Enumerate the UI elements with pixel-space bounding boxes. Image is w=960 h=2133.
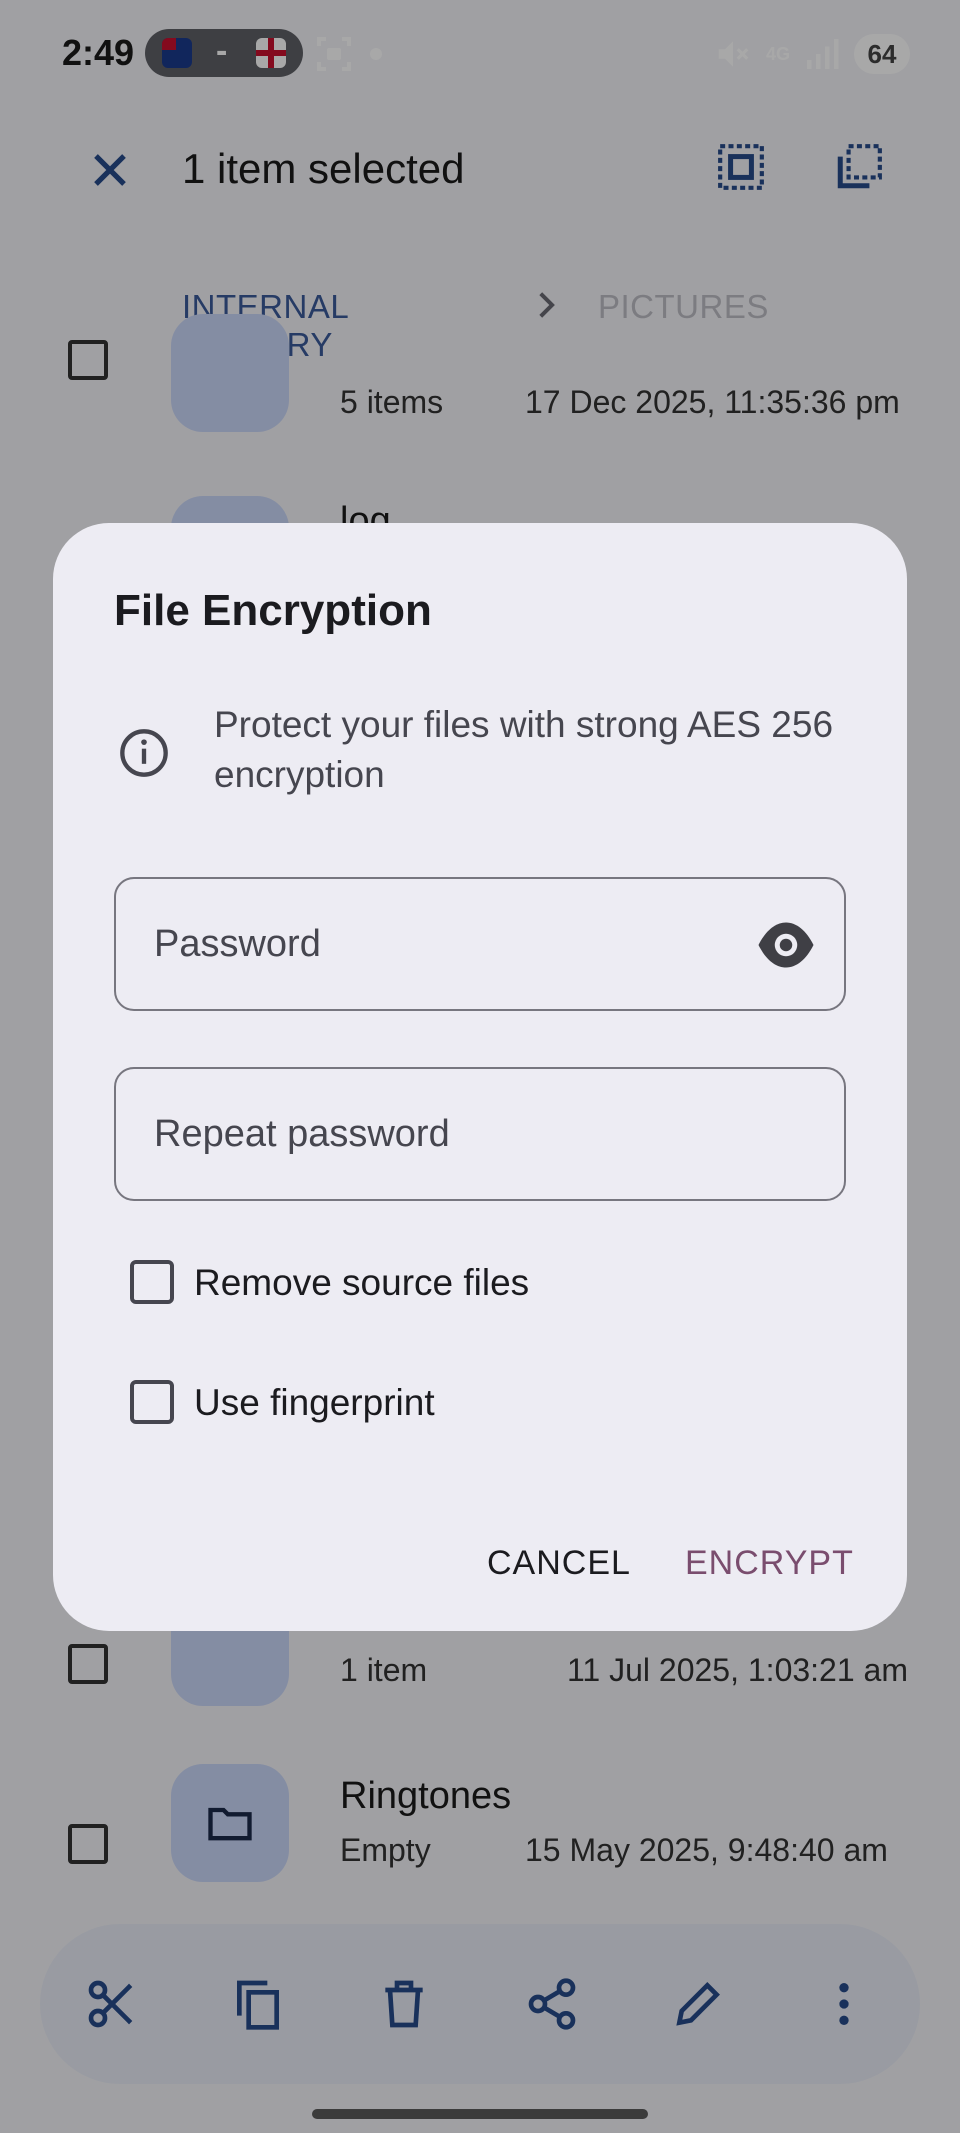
- fingerprint-checkbox[interactable]: [130, 1380, 174, 1424]
- remove-source-checkbox[interactable]: [130, 1260, 174, 1304]
- password-input[interactable]: [114, 877, 846, 1011]
- dialog-description: Protect your files with strong AES 256 e…: [214, 704, 834, 795]
- remove-source-label[interactable]: Remove source files: [194, 1262, 529, 1304]
- cancel-button[interactable]: CANCEL: [487, 1544, 631, 1583]
- encrypt-button[interactable]: ENCRYPT: [685, 1544, 854, 1583]
- fingerprint-label[interactable]: Use fingerprint: [194, 1382, 435, 1424]
- info-icon: [120, 729, 168, 777]
- dialog-title: File Encryption: [114, 586, 432, 635]
- show-password-icon[interactable]: [756, 920, 816, 970]
- repeat-password-input[interactable]: [114, 1067, 846, 1201]
